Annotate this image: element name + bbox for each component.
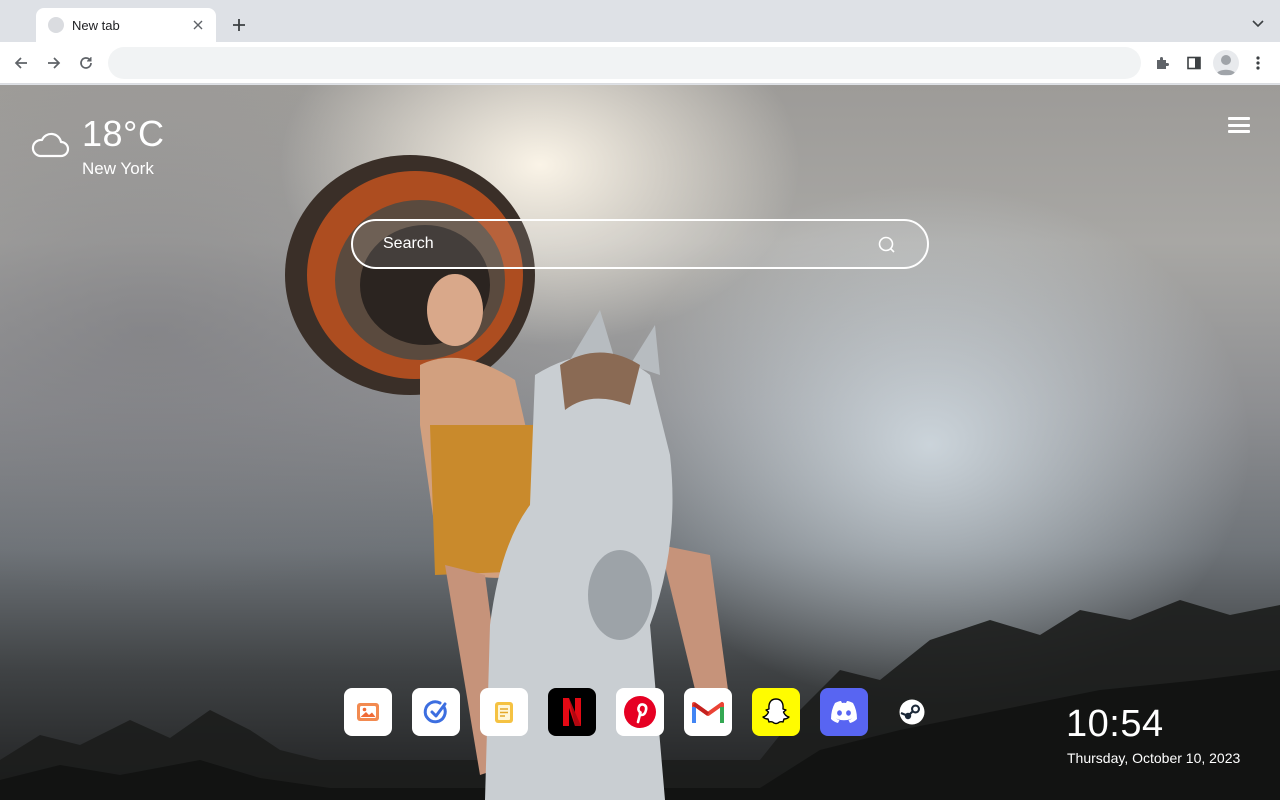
search-input[interactable] <box>353 221 873 267</box>
search-bar[interactable] <box>351 219 929 269</box>
clock-time: 10:54 <box>1066 703 1164 745</box>
tab-title: New tab <box>72 17 120 33</box>
cloud-icon <box>31 132 70 158</box>
note-icon <box>495 702 513 723</box>
shortcut-netflix[interactable] <box>548 688 596 736</box>
snapchat-icon <box>762 698 790 725</box>
chevron-down-icon[interactable] <box>1248 14 1268 34</box>
discord-icon <box>831 701 857 723</box>
shortcut-photos[interactable] <box>344 688 392 736</box>
shortcut-gmail[interactable] <box>684 688 732 736</box>
hamburger-menu-icon[interactable] <box>1228 115 1250 135</box>
weather-temperature: 18°C <box>82 113 165 154</box>
forward-arrow-icon[interactable] <box>42 51 66 75</box>
browser-toolbar <box>0 42 1280 84</box>
netflix-icon <box>563 698 581 726</box>
tab-new-tab[interactable]: New tab <box>36 8 216 42</box>
shortcut-steam[interactable] <box>888 688 936 736</box>
shortcut-pinterest[interactable] <box>616 688 664 736</box>
tab-strip: New tab <box>0 0 1280 42</box>
shortcut-discord[interactable] <box>820 688 868 736</box>
weather-city: New York <box>82 159 154 178</box>
puzzle-extension-icon[interactable] <box>1150 51 1174 75</box>
reload-icon[interactable] <box>74 51 98 75</box>
plus-icon[interactable] <box>228 14 250 36</box>
shortcut-todo[interactable] <box>412 688 460 736</box>
profile-avatar-icon[interactable] <box>1213 50 1239 76</box>
gmail-icon <box>692 702 724 723</box>
back-arrow-icon[interactable] <box>9 51 33 75</box>
shortcut-notes[interactable] <box>480 688 528 736</box>
steam-icon <box>899 699 925 725</box>
search-icon[interactable] <box>877 235 897 255</box>
pinterest-icon <box>624 696 656 728</box>
shortcut-snapchat[interactable] <box>752 688 800 736</box>
kebab-menu-icon[interactable] <box>1246 51 1270 75</box>
check-circle-icon <box>423 700 447 724</box>
image-icon <box>357 703 379 721</box>
address-bar[interactable] <box>108 47 1141 79</box>
close-icon[interactable] <box>190 17 206 33</box>
side-panel-icon[interactable] <box>1182 51 1206 75</box>
tab-favicon-icon <box>48 17 64 33</box>
clock-date: Thursday, October 10, 2023 <box>1067 750 1241 766</box>
new-tab-page: 18°C New York Search 10:54 Thursday, Oct… <box>0 85 1280 800</box>
